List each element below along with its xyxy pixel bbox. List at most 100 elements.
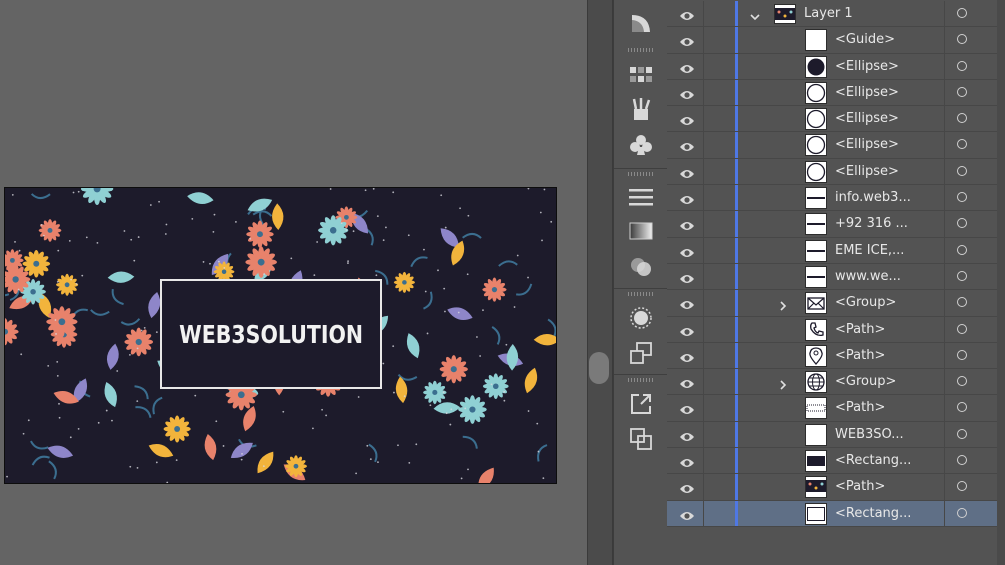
visibility-eye-icon[interactable] (679, 270, 695, 283)
target-circle-icon[interactable] (957, 192, 967, 203)
sublayer-row[interactable]: <Ellipse> (667, 158, 1005, 186)
layer-name[interactable]: <Path> (835, 479, 885, 494)
appearance-sun-icon[interactable] (626, 303, 656, 333)
sublayer-row[interactable]: <Group> (667, 290, 1005, 317)
target-circle-icon[interactable] (957, 86, 967, 97)
collapse-handle[interactable] (589, 352, 609, 384)
sublayer-row[interactable]: <Path> (667, 395, 1005, 422)
sublayer-row[interactable]: <Ellipse> (667, 79, 1005, 107)
target-circle-icon[interactable] (957, 270, 967, 281)
panel-divider[interactable] (587, 0, 613, 565)
sublayer-row[interactable]: info.web3... (667, 185, 1005, 212)
layer-name[interactable]: www.we... (835, 269, 901, 284)
visibility-eye-icon[interactable] (679, 296, 695, 310)
target-circle-icon[interactable] (957, 455, 967, 466)
chevron-right-icon[interactable] (777, 376, 789, 390)
target-circle-icon[interactable] (957, 8, 967, 18)
target-circle-icon[interactable] (957, 165, 967, 176)
artboard-business-card[interactable]: WEB3SOLUTION (4, 187, 557, 484)
layer-name[interactable]: EME ICE,... (835, 243, 904, 258)
target-circle-icon[interactable] (957, 376, 967, 387)
visibility-eye-icon[interactable] (679, 454, 695, 468)
layer-name[interactable]: <Ellipse> (835, 59, 899, 74)
transparency-icon[interactable] (626, 252, 656, 282)
sublayer-row[interactable]: <Group> (667, 369, 1005, 396)
layer-name[interactable]: <Guide> (835, 32, 895, 47)
sublayer-row[interactable]: <Ellipse> (667, 132, 1005, 159)
target-circle-icon[interactable] (957, 60, 967, 71)
graphic-styles-icon[interactable] (626, 8, 656, 38)
visibility-eye-icon[interactable] (679, 165, 695, 178)
gradient-icon[interactable] (626, 216, 656, 246)
sublayer-row[interactable]: <Rectang... (667, 448, 1005, 475)
layer-name[interactable]: <Ellipse> (835, 164, 899, 179)
visibility-eye-icon[interactable] (679, 401, 695, 415)
target-circle-icon[interactable] (957, 402, 967, 413)
layer-name[interactable]: +92 316 ... (835, 216, 908, 231)
visibility-eye-icon[interactable] (679, 33, 695, 47)
visibility-eye-icon[interactable] (679, 86, 695, 99)
target-circle-icon[interactable] (957, 428, 967, 439)
brand-rectangle[interactable]: WEB3SOLUTION (160, 279, 382, 389)
layer-name[interactable]: <Path> (835, 348, 885, 363)
canvas-area[interactable]: WEB3SOLUTION (0, 0, 587, 565)
layer-name[interactable]: <Ellipse> (835, 111, 899, 126)
sublayer-row[interactable]: <Rectang... (667, 500, 1005, 527)
visibility-eye-icon[interactable] (679, 191, 695, 205)
target-circle-icon[interactable] (957, 481, 967, 492)
sublayer-row[interactable]: <Guide> (667, 27, 1005, 54)
layer-name[interactable]: <Path> (835, 322, 885, 337)
visibility-eye-icon[interactable] (679, 7, 695, 20)
align-lines-icon[interactable] (626, 182, 656, 212)
target-circle-icon[interactable] (957, 297, 967, 308)
target-circle-icon[interactable] (957, 218, 967, 229)
layer-name[interactable]: <Rectang... (835, 506, 911, 521)
pathfinder-icon[interactable] (626, 424, 656, 454)
layer-name[interactable]: WEB3SO... (835, 427, 904, 442)
layer-name[interactable]: <Group> (835, 295, 896, 310)
layer-name[interactable]: <Rectang... (835, 453, 911, 468)
visibility-eye-icon[interactable] (679, 507, 695, 520)
sublayer-row[interactable]: <Path> (667, 474, 1005, 501)
sublayer-row[interactable]: <Path> (667, 316, 1005, 343)
target-circle-icon[interactable] (957, 323, 967, 334)
target-circle-icon[interactable] (957, 113, 967, 124)
layer-name[interactable]: <Group> (835, 374, 896, 389)
layers-scrollbar[interactable] (997, 0, 1005, 565)
sublayer-row[interactable]: WEB3SO... (667, 421, 1005, 449)
chevron-down-icon[interactable] (749, 8, 761, 21)
layer-name[interactable]: <Path> (835, 400, 885, 415)
swatches-grid-icon[interactable] (626, 60, 656, 90)
visibility-eye-icon[interactable] (679, 217, 695, 231)
brushes-icon[interactable] (626, 94, 656, 124)
layer-name[interactable]: <Ellipse> (835, 137, 899, 152)
layer-row[interactable]: Layer 1 (667, 1, 1005, 28)
visibility-eye-icon[interactable] (679, 60, 695, 73)
symbols-club-icon[interactable] (626, 130, 656, 160)
sublayer-row[interactable]: <Ellipse> (667, 106, 1005, 133)
target-circle-icon[interactable] (957, 507, 967, 518)
sublayer-row[interactable]: <Ellipse> (667, 53, 1005, 80)
layer-name[interactable]: Layer 1 (804, 6, 853, 21)
visibility-eye-icon[interactable] (679, 349, 695, 362)
visibility-eye-icon[interactable] (679, 375, 695, 389)
target-circle-icon[interactable] (957, 349, 967, 360)
visibility-eye-icon[interactable] (679, 428, 695, 441)
export-icon[interactable] (626, 389, 656, 419)
chevron-right-icon[interactable] (777, 297, 789, 311)
layer-name[interactable]: info.web3... (835, 190, 911, 205)
transform-icon[interactable] (626, 338, 656, 368)
visibility-eye-icon[interactable] (679, 323, 695, 336)
visibility-eye-icon[interactable] (679, 244, 695, 257)
sublayer-row[interactable]: EME ICE,... (667, 237, 1005, 264)
target-circle-icon[interactable] (957, 34, 967, 45)
target-circle-icon[interactable] (957, 139, 967, 150)
target-circle-icon[interactable] (957, 244, 967, 255)
visibility-eye-icon[interactable] (679, 480, 695, 494)
sublayer-row[interactable]: <Path> (667, 342, 1005, 370)
layer-name[interactable]: <Ellipse> (835, 85, 899, 100)
visibility-eye-icon[interactable] (679, 138, 695, 152)
visibility-eye-icon[interactable] (679, 112, 695, 126)
sublayer-row[interactable]: +92 316 ... (667, 211, 1005, 238)
sublayer-row[interactable]: www.we... (667, 263, 1005, 291)
